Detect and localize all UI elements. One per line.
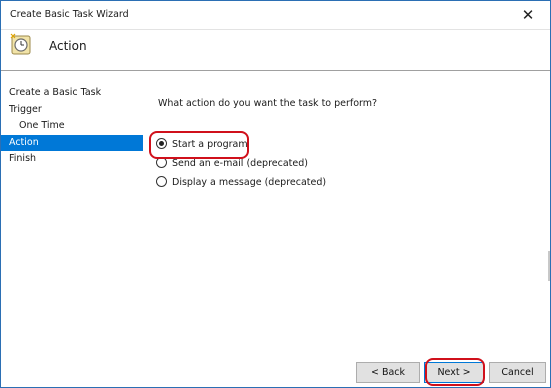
radio-display-message[interactable]: Display a message (deprecated) [156, 175, 326, 191]
title-bar: Create Basic Task Wizard ✕ [1, 1, 550, 30]
scroll-edge [548, 251, 550, 281]
window-title: Create Basic Task Wizard [10, 9, 129, 20]
header-divider [1, 70, 550, 71]
action-question: What action do you want the task to perf… [158, 98, 378, 109]
step-create-basic-task: Create a Basic Task [9, 87, 102, 98]
page-title: Action [49, 39, 87, 53]
step-trigger: Trigger [9, 103, 42, 115]
cancel-button[interactable]: Cancel [489, 362, 546, 383]
radio-label: Display a message (deprecated) [172, 177, 327, 188]
step-action: Action [1, 134, 143, 151]
step-finish: Finish [9, 153, 37, 164]
back-button[interactable]: < Back [356, 362, 420, 383]
highlight-start-program [149, 131, 249, 159]
radio-label: Send an e-mail (deprecated) [172, 158, 308, 169]
step-one-time: One Time [19, 120, 65, 131]
wizard-header: Action [1, 30, 550, 68]
wizard-steps: Create a Basic Task Trigger One Time Act… [1, 85, 146, 168]
close-icon[interactable]: ✕ [514, 5, 542, 25]
wizard-window: Create Basic Task Wizard ✕ Action Create… [0, 0, 551, 388]
clock-icon [9, 32, 33, 56]
radio-unselected-icon[interactable] [156, 176, 167, 187]
highlight-next-button [425, 358, 485, 386]
